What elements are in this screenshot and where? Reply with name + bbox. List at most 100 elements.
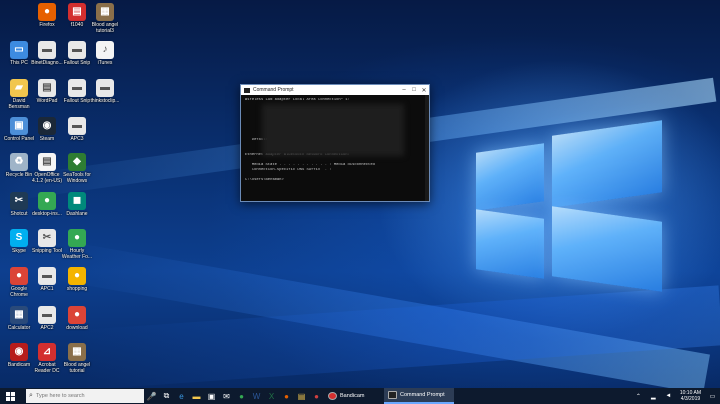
edge-icon[interactable]: e (174, 388, 189, 404)
desktop-icon-image: ● (68, 306, 86, 324)
desktop-icon-label: download (66, 325, 88, 331)
desktop-icon[interactable]: ⊿ Acrobat Reader DC (31, 343, 63, 374)
task-view-icon[interactable]: ⧉ (159, 388, 174, 404)
desktop-icon[interactable]: ◉ Steam (31, 117, 63, 142)
desktop-icon-image: ✂ (38, 229, 56, 247)
scrollbar[interactable] (425, 95, 429, 201)
search-input[interactable] (36, 393, 136, 399)
volume-icon[interactable]: ◄ (661, 388, 676, 404)
desktop-icon[interactable]: ▬ BinetDiagno... (31, 41, 63, 66)
desktop-icon-image: ◆ (68, 153, 86, 171)
desktop-icon-label: shopping (66, 286, 88, 292)
desktop-icon[interactable]: ▬ APC2 (31, 306, 63, 331)
file-explorer-icon[interactable]: ▬ (189, 388, 204, 404)
chevron-up-icon[interactable]: ⌃ (631, 388, 646, 404)
notifications-icon[interactable]: ▭ (705, 388, 720, 404)
desktop-icon[interactable]: ◆ SeaTools for Windows (61, 153, 93, 184)
desktop-icon-image: ● (68, 229, 86, 247)
window-title: Command Prompt (253, 87, 294, 93)
media-icon[interactable]: ● (309, 388, 324, 404)
desktop-icon-image: ♪ (96, 41, 114, 59)
desktop-icon-label: Firefox (39, 22, 55, 28)
desktop-icon-label: Blood angel tutorial3 (91, 22, 119, 34)
desktop-icon-label: APC1 (40, 286, 54, 292)
taskbar-app-label: Command Prompt (400, 392, 445, 398)
desktop-icon-label: OpenOffice 4.1.2 (en-US) (31, 172, 62, 184)
chrome-icon[interactable]: ● (234, 388, 249, 404)
desktop-icon-image: ▭ (10, 41, 28, 59)
desktop-icon-image: ● (38, 192, 56, 210)
start-button[interactable] (0, 388, 20, 404)
maximize-icon[interactable]: □ (409, 87, 419, 93)
desktop-icon-label: WordPad (36, 98, 58, 104)
desktop-icon-image: ▬ (38, 41, 56, 59)
desktop-icon-image: S (10, 229, 28, 247)
desktop-icon-label: desktop-ins... (32, 211, 62, 217)
desktop-icon-label: Hourly Weather Fo... (61, 248, 93, 260)
bandicam-icon (328, 392, 337, 400)
desktop-icon-image: ▤ (38, 79, 56, 97)
desktop-icon-image: ● (68, 267, 86, 285)
windows-start-icon (5, 391, 15, 401)
desktop-icon[interactable]: ● Firefox (31, 3, 63, 28)
desktop-icon[interactable]: ▦ Blood angel tutorial (61, 343, 93, 374)
firefox-icon[interactable]: ● (279, 388, 294, 404)
search-icon: ⌕ (29, 392, 33, 399)
taskbar-app-label: Bandicam (340, 393, 365, 399)
desktop-icon-image: ▦ (68, 343, 86, 361)
desktop-icon-image: ♻ (10, 153, 28, 171)
taskbar-app-button[interactable]: Command Prompt (384, 388, 454, 404)
word-icon[interactable]: W (249, 388, 264, 404)
desktop-icon[interactable]: ▬ thinkstoclip... (89, 79, 121, 104)
desktop-icon[interactable]: ▬ APC3 (61, 117, 93, 142)
desktop-icon-label: BinetDiagno... (31, 60, 63, 66)
clock-date: 4/3/2019 (680, 396, 701, 402)
excel-icon[interactable]: X (264, 388, 279, 404)
mail-icon[interactable]: ✉ (219, 388, 234, 404)
redacted-region (262, 104, 404, 156)
desktop-icon[interactable]: ◼ Dashlane (61, 192, 93, 217)
desktop-icon-label: APC2 (40, 325, 54, 331)
desktop: ● Firefox ▤ f1040 ▦ Blood angel tutorial3 ▭ Thi… (0, 0, 720, 388)
desktop-icon-image: ▬ (68, 117, 86, 135)
desktop-icon-image: ⊿ (38, 343, 56, 361)
system-tray: ⌃ ▂ ◄ 10:10 AM 4/3/2019 ▭ (631, 388, 720, 404)
desktop-icon-image: ▦ (10, 306, 28, 324)
desktop-icon-label: Steam (39, 136, 55, 142)
network-icon[interactable]: ▂ (646, 388, 661, 404)
store-icon[interactable]: ▣ (204, 388, 219, 404)
desktop-icon-label: SeaTools for Windows (63, 172, 91, 184)
desktop-icon[interactable]: ✂ Snipping Tool (31, 229, 63, 254)
desktop-icon[interactable]: ● download (61, 306, 93, 331)
desktop-icon[interactable]: ● Hourly Weather Fo... (61, 229, 93, 260)
desktop-icon[interactable]: ▤ WordPad (31, 79, 63, 104)
close-icon[interactable]: ✕ (419, 87, 429, 94)
taskbar-app-button[interactable]: Bandicam (324, 388, 384, 404)
windows-logo-wallpaper (472, 118, 672, 292)
taskbar-app-list: Bandicam Command Prompt (324, 388, 454, 404)
minimize-icon[interactable]: – (399, 87, 409, 93)
desktop-icon-image: ● (10, 267, 28, 285)
microphone-icon[interactable]: 🎤 (144, 388, 159, 404)
clock[interactable]: 10:10 AM 4/3/2019 (676, 390, 705, 402)
desktop-icon[interactable]: ♪ iTunes (89, 41, 121, 66)
taskbar: ⌕ 🎤 ⧉ e ▬ ▣ ✉ ● W X ● ▤ ● Bandicam Comman… (0, 388, 720, 404)
desktop-icon[interactable]: ▬ APC1 (31, 267, 63, 292)
desktop-icon-image: ◉ (10, 343, 28, 361)
desktop-icon-image: ✂ (10, 192, 28, 210)
desktop-icon-image: ▬ (38, 267, 56, 285)
desktop-icon[interactable]: ● shopping (61, 267, 93, 292)
desktop-icon[interactable]: ▤ OpenOffice 4.1.2 (en-US) (31, 153, 63, 184)
search-box[interactable]: ⌕ (26, 389, 144, 403)
command-prompt-titlebar[interactable]: Command Prompt – □ ✕ (241, 85, 429, 95)
desktop-icon[interactable]: ● desktop-ins... (31, 192, 63, 217)
explorer-icon[interactable]: ▤ (294, 388, 309, 404)
cmd-icon (388, 391, 397, 399)
desktop-icon-image: ▬ (68, 79, 86, 97)
desktop-icon-label: thinkstoclip... (90, 98, 120, 104)
desktop-icon[interactable]: ▦ Blood angel tutorial3 (89, 3, 121, 34)
desktop-icon-image: ▤ (68, 3, 86, 21)
desktop-icon-label: APC3 (70, 136, 84, 142)
desktop-icon-image: ▬ (96, 79, 114, 97)
desktop-icon-label: Blood angel tutorial (63, 362, 91, 374)
